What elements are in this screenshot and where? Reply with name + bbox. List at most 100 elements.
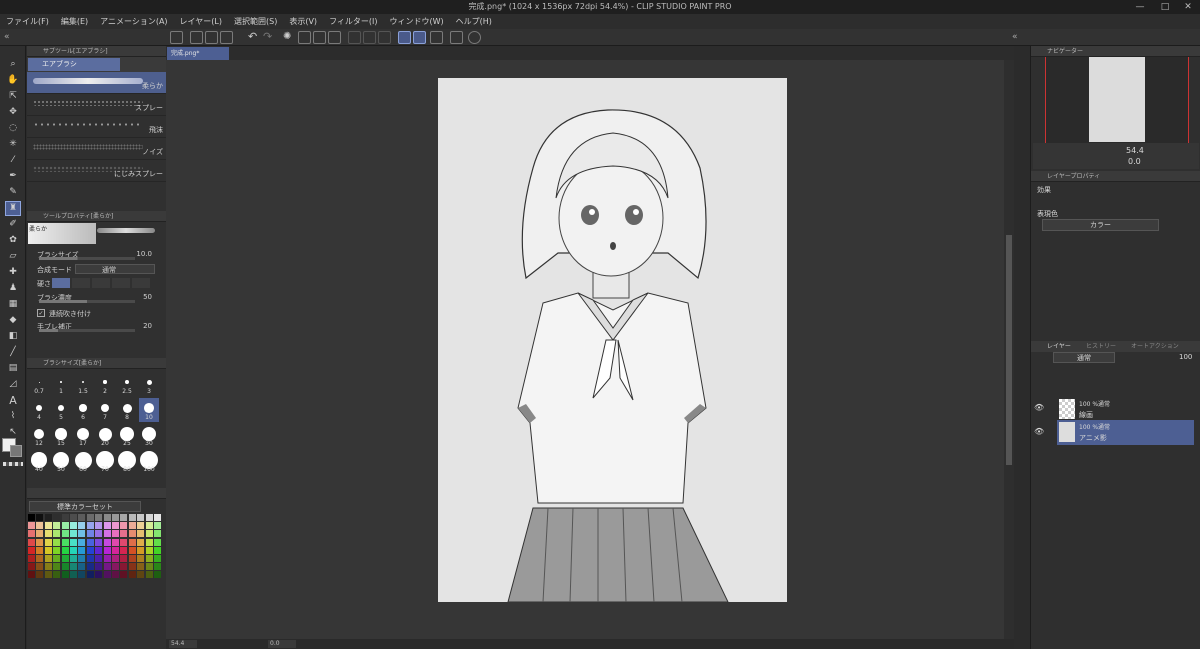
balloon-tool-icon[interactable]: ⌇ <box>6 410 20 423</box>
color-swatch[interactable] <box>36 514 44 521</box>
color-swatch[interactable] <box>70 522 77 530</box>
collapse-left-icon[interactable]: « <box>4 31 17 44</box>
brush-size-cell[interactable]: 1.5 <box>73 372 93 396</box>
brush-size-cell[interactable]: 2.5 <box>117 372 137 396</box>
brush-size-value[interactable]: 10.0 <box>136 250 152 258</box>
color-swatch[interactable] <box>120 538 128 546</box>
color-swatch[interactable] <box>44 555 52 562</box>
color-swatch[interactable] <box>53 571 61 579</box>
subtool-item-soft[interactable]: 柔らか <box>27 72 166 94</box>
color-swatch[interactable] <box>137 538 145 546</box>
pencil-tool-icon[interactable]: ✎ <box>6 186 20 199</box>
brush-size-cell[interactable]: 60 <box>73 450 93 474</box>
canvas-vertical-scrollbar[interactable] <box>1004 60 1014 639</box>
menu-selection[interactable]: 選択範囲(S) <box>234 16 277 27</box>
clip-studio-icon[interactable] <box>170 31 183 44</box>
eye-icon[interactable]: 👁 <box>1034 427 1044 436</box>
frame-border-tool-icon[interactable]: ▤ <box>6 362 20 375</box>
loading-icon[interactable]: ✺ <box>283 31 296 44</box>
stabilization-row[interactable]: 手ブレ補正 20 <box>27 320 166 332</box>
color-swatch[interactable] <box>112 546 119 554</box>
ruler-tool-icon[interactable]: ◿ <box>6 378 20 391</box>
color-swatch[interactable] <box>28 571 35 579</box>
color-swatch[interactable] <box>103 530 111 538</box>
color-swatch[interactable] <box>145 571 153 579</box>
blend-mode-row[interactable]: 合成モード 通常 <box>27 263 166 275</box>
subtool-item-spray[interactable]: スプレー <box>27 94 166 116</box>
color-swatch[interactable] <box>120 555 128 562</box>
snap-ruler-icon[interactable] <box>398 31 411 44</box>
color-swatch[interactable] <box>128 522 136 530</box>
color-swatch[interactable] <box>36 563 44 571</box>
color-swatch[interactable] <box>44 522 52 530</box>
color-swatch[interactable] <box>36 538 44 546</box>
tab-layer[interactable]: レイヤー <box>1047 341 1071 352</box>
color-swatch[interactable] <box>70 530 77 538</box>
hardness-level-4[interactable] <box>112 278 130 288</box>
brush-size-cell[interactable]: 5 <box>51 398 71 422</box>
color-swatch[interactable] <box>137 563 145 571</box>
maximize-button[interactable]: □ <box>1155 0 1175 14</box>
stamp-tool-icon[interactable]: ♟ <box>6 282 20 295</box>
color-swatch[interactable] <box>78 563 86 571</box>
hand-tool-icon[interactable]: ✋ <box>6 74 20 87</box>
color-swatch[interactable] <box>53 563 61 571</box>
invert-selection-icon[interactable] <box>363 31 376 44</box>
color-swatch[interactable] <box>154 514 161 521</box>
device-icon[interactable] <box>450 31 463 44</box>
color-swatch[interactable] <box>61 571 69 579</box>
color-swatch[interactable] <box>61 522 69 530</box>
operation-tool-icon[interactable]: ⇱ <box>6 90 20 103</box>
color-swatch[interactable] <box>86 530 94 538</box>
brush-size-slider[interactable] <box>39 257 135 260</box>
status-angle-value[interactable]: 0.0 <box>268 640 296 648</box>
color-swatch[interactable] <box>28 563 35 571</box>
brush-size-cell[interactable]: 4 <box>29 398 49 422</box>
color-swatch[interactable] <box>44 514 52 521</box>
color-swatch[interactable] <box>86 555 94 562</box>
stabilization-value[interactable]: 20 <box>143 322 152 330</box>
color-swatch[interactable] <box>112 522 119 530</box>
color-swatch[interactable] <box>53 555 61 562</box>
color-swatch[interactable] <box>61 555 69 562</box>
color-swatch[interactable] <box>103 514 111 521</box>
blend-tool-icon[interactable]: ✚ <box>6 266 20 279</box>
color-swatch[interactable] <box>61 530 69 538</box>
snap-special-ruler-icon[interactable] <box>413 31 426 44</box>
color-swatch[interactable] <box>95 571 103 579</box>
color-swatch[interactable] <box>145 563 153 571</box>
continuous-spray-row[interactable]: ✓ 連続吹き付け <box>27 307 166 319</box>
menu-animation[interactable]: アニメーション(A) <box>100 16 167 27</box>
hardness-level-1[interactable] <box>52 278 70 288</box>
color-swatch[interactable] <box>61 538 69 546</box>
color-swatch[interactable] <box>154 538 161 546</box>
color-swatch[interactable] <box>154 522 161 530</box>
color-swatch[interactable] <box>86 538 94 546</box>
menu-filter[interactable]: フィルター(I) <box>329 16 377 27</box>
clear-icon[interactable] <box>298 31 311 44</box>
color-swatch[interactable] <box>53 514 61 521</box>
color-swatch[interactable] <box>86 546 94 554</box>
color-swatch[interactable] <box>95 563 103 571</box>
brush-size-cell[interactable]: 15 <box>51 424 71 448</box>
vertical-scroll-thumb[interactable] <box>1006 235 1012 465</box>
color-swatch[interactable] <box>154 555 161 562</box>
color-swatch[interactable] <box>128 546 136 554</box>
hardness-level-3[interactable] <box>92 278 110 288</box>
menu-window[interactable]: ウィンドウ(W) <box>390 16 444 27</box>
color-swatch[interactable] <box>128 571 136 579</box>
color-swatch[interactable] <box>103 571 111 579</box>
canvas-artwork[interactable] <box>438 78 787 602</box>
color-swatch[interactable] <box>86 514 94 521</box>
selection-icon[interactable] <box>378 31 391 44</box>
color-swatch[interactable] <box>128 530 136 538</box>
color-swatch[interactable] <box>145 555 153 562</box>
hardness-level-2[interactable] <box>72 278 90 288</box>
brush-size-cell[interactable]: 12 <box>29 424 49 448</box>
airbrush-tool-icon[interactable]: ♜ <box>5 201 21 216</box>
decoration-tool-icon[interactable]: ✿ <box>6 234 20 247</box>
color-swatch[interactable] <box>53 522 61 530</box>
density-value[interactable]: 50 <box>143 293 152 301</box>
pen-tool-icon[interactable]: ✒ <box>6 170 20 183</box>
color-swatch[interactable] <box>120 546 128 554</box>
